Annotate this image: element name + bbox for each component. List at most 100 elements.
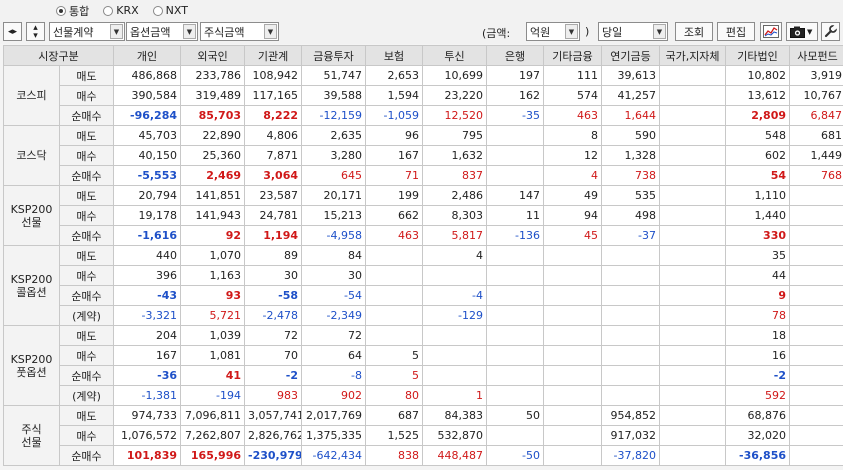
value-cell [486,325,545,346]
value-cell: 5 [365,365,424,386]
value-cell: 602 [725,145,791,166]
table-row[interactable]: 매수 390,584 319,489 117,165 39,588 1,594 23,220… [4,85,843,106]
table-row[interactable]: (계약) -3,321 5,721 -2,478 -2,349 -129 78 [4,305,843,326]
column-header[interactable]: 보험 [365,45,424,66]
table-row[interactable]: 코스닥 매도 45,703 22,890 4,806 2,635 96 795 8 590 548 6… [3,125,843,186]
value-cell [659,85,727,106]
column-header[interactable]: 은행 [486,45,545,66]
value-cell: 2,809 [725,105,791,126]
value-cell [543,405,603,426]
table-row[interactable]: 주식 선물 매도 974,733 7,096,811 3,057,741 2,017,769… [3,405,843,466]
value-cell: 1,440 [725,205,791,226]
value-cell: 54 [725,165,791,186]
chevron-down-icon: ▼ [653,24,666,39]
table-row[interactable]: 순매수 -1,616 92 1,194 -4,958 463 5,817 -136 45 -37 3… [4,225,843,246]
value-cell: 319,489 [180,85,246,106]
column-header[interactable]: 기타금융 [543,45,603,66]
value-cell: 40,150 [113,145,182,166]
value-cell: 3,280 [301,145,367,166]
futures-select[interactable]: 선물계약 ▼ [49,22,125,41]
unit-select[interactable]: 억원 ▼ [526,22,580,41]
table-row[interactable]: KSP200 풋옵션 매도 204 1,039 72 72 18 [3,325,843,406]
column-header[interactable]: 외국인 [180,45,246,66]
value-cell: 2,469 [180,165,246,186]
table-row[interactable]: 순매수 -36 41 -2 -8 5 -2 [4,365,843,386]
table-row[interactable]: 코스피 매도 486,868 233,786 108,942 51,747 2,653 10,… [3,65,843,126]
value-cell: -129 [422,305,488,326]
stock-select[interactable]: 주식금액 ▼ [200,22,279,41]
value-cell [659,165,727,186]
value-cell: 20,171 [301,185,367,206]
value-cell: 101,839 [113,445,182,466]
column-header[interactable]: 금융투자 [301,45,367,66]
radio-nxt[interactable]: NXT [152,4,188,17]
table-row[interactable]: 매수 40,150 25,360 7,871 3,280 167 1,632 12 1,328 6… [4,145,843,166]
camera-icon [790,26,805,38]
value-cell: 7,096,811 [180,405,246,426]
value-cell: 141,851 [180,185,246,206]
value-cell: 30 [244,265,303,286]
column-header[interactable]: 기타법인 [725,45,791,66]
value-cell: 2,653 [365,65,424,86]
market-group-label: 코스닥 [3,125,60,186]
value-cell: 35 [725,245,791,266]
value-cell: 917,032 [601,425,661,446]
value-cell: 32,020 [725,425,791,446]
radio-indicator [152,5,163,16]
query-button[interactable]: 조회 [675,22,713,41]
value-cell: 330 [725,225,791,246]
value-cell [789,185,843,206]
value-cell: -230,979 [244,445,303,466]
settings-button[interactable] [821,22,840,41]
column-header[interactable]: 연기금등 [601,45,661,66]
investor-trading-table: 시장구분 개인 외국인 기관계 금융투자 보험 투신 은행 기타금융 연기금등 국가,지자체 기타법인… [2,45,843,466]
value-cell: -12,159 [301,105,367,126]
table-row[interactable]: (계약) -1,381 -194 983 902 80 1 592 [4,385,843,406]
table-row[interactable]: KSP200 콜옵션 매도 440 1,070 89 84 4 35 [3,245,843,326]
edit-button[interactable]: 편집 [717,22,755,41]
camera-button[interactable]: ▼ [786,22,818,41]
column-header[interactable]: 기관계 [244,45,303,66]
column-header[interactable]: 사모펀드 [789,45,843,66]
radio-krx[interactable]: KRX [103,4,139,17]
table-row[interactable]: KSP200 선물 매도 20,794 141,851 23,587 20,171 199 2,… [3,185,843,246]
period-select[interactable]: 당일 ▼ [598,22,668,41]
value-cell: -4 [422,285,488,306]
column-header[interactable]: 투신 [422,45,488,66]
column-header[interactable]: 국가,지자체 [659,45,727,66]
table-row[interactable]: 매수 1,076,572 7,262,807 2,826,762 1,375,335 1,… [4,425,843,446]
value-cell [422,345,488,366]
table-row[interactable]: 순매수 101,839 165,996 -230,979 -642,434 838 448,… [4,445,843,466]
value-cell: 1,163 [180,265,246,286]
value-cell [659,325,727,346]
options-select[interactable]: 옵션금액 ▼ [126,22,198,41]
value-cell [543,385,603,406]
value-cell [543,245,603,266]
value-cell: 440 [113,245,182,266]
left-right-arrows-icon: ◂▸ [7,26,18,37]
vertical-arrows-button[interactable]: ▴ ▾ [26,22,45,41]
unit-select-value: 억원 [530,25,551,39]
table-row[interactable]: 순매수 -43 93 -58 -54 -4 9 [4,285,843,306]
period-select-value: 당일 [602,25,623,39]
value-cell: 396 [113,265,182,286]
value-cell: 2,635 [301,125,367,146]
value-cell [789,285,843,306]
value-cell [486,365,545,386]
table-row[interactable]: 매수 19,178 141,943 24,781 15,213 662 8,303 11 94 4… [4,205,843,226]
column-header[interactable]: 개인 [113,45,182,66]
value-cell [601,305,661,326]
table-row[interactable]: 매수 167 1,081 70 64 5 16 [4,345,843,366]
chart-button[interactable] [760,22,782,41]
table-row[interactable]: 순매수 -5,553 2,469 3,064 645 71 837 4 738 54 768 [4,165,843,186]
value-cell: 45 [543,225,603,246]
table-row[interactable]: 순매수 -96,284 85,703 8,222 -12,159 -1,059 12,520… [4,105,843,126]
horizontal-arrows-button[interactable]: ◂▸ [3,22,22,41]
column-header[interactable]: 시장구분 [2,45,115,66]
table-row[interactable]: 매수 396 1,163 30 30 44 [4,265,843,286]
market-group-label: KSP200 콜옵션 [3,245,60,326]
value-cell: 7,871 [244,145,303,166]
value-cell: -5,553 [113,165,182,186]
radio-integrated[interactable]: 통합 [56,3,89,19]
value-cell: 954,852 [601,405,661,426]
